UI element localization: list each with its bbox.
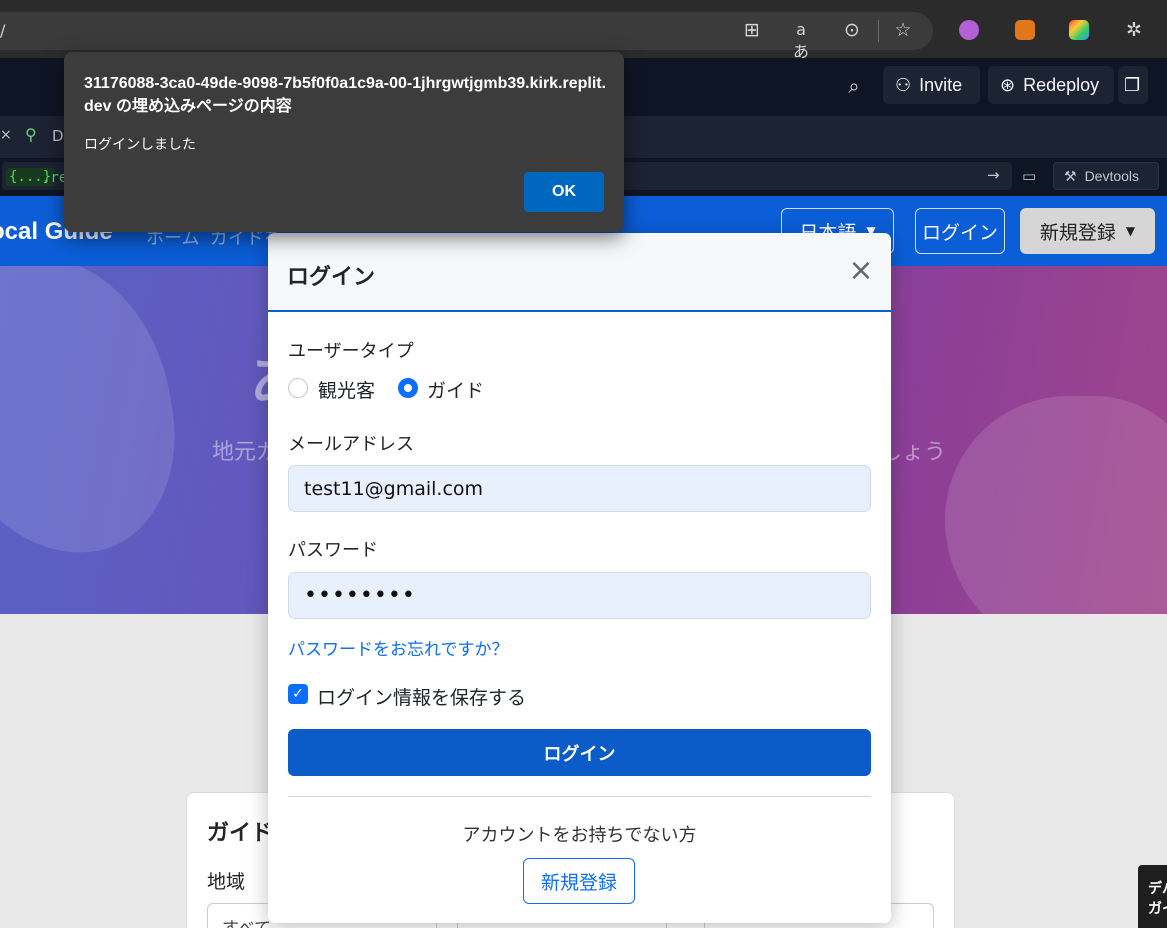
- password-label: パスワード: [288, 540, 378, 561]
- alert-dialog: 31176088-3ca0-49de-9098-7b5f0f0a1c9a-00-…: [64, 52, 624, 232]
- nav-login-button[interactable]: ログイン: [915, 208, 1005, 254]
- devtools-button[interactable]: ⚒ Devtools: [1053, 162, 1159, 190]
- remember-label[interactable]: ログイン情報を保存する: [317, 683, 526, 710]
- alert-title: 31176088-3ca0-49de-9098-7b5f0f0a1c9a-00-…: [84, 75, 607, 115]
- app-grid-icon[interactable]: ⊞: [741, 19, 763, 41]
- notification-toast: デバ ガイ: [1138, 865, 1167, 928]
- user-type-label: ユーザータイプ: [288, 341, 414, 362]
- hero-blob: [0, 266, 195, 574]
- invite-button[interactable]: ⚇ Invite: [883, 66, 980, 104]
- deploy-icon: ⊛: [1000, 74, 1016, 95]
- hero-blob: [945, 396, 1167, 614]
- login-modal: ログイン × ユーザータイプ 観光客 ガイド メールアドレス test11@gm…: [268, 233, 891, 923]
- radio-guide[interactable]: [398, 378, 418, 398]
- copy-icon[interactable]: ❐: [1118, 66, 1148, 104]
- wrench-icon: ⚒: [1064, 167, 1077, 184]
- address-bar-text: /: [0, 21, 6, 40]
- forgot-password-link[interactable]: パスワードをお忘れですか？: [288, 635, 509, 660]
- alert-message: ログインしました: [84, 137, 196, 153]
- password-field[interactable]: ••••••••: [288, 572, 871, 619]
- modal-title: ログイン: [287, 265, 376, 290]
- alert-ok-button[interactable]: OK: [524, 172, 604, 212]
- add-user-icon: ⚇: [895, 74, 912, 95]
- search-icon[interactable]: ⌕: [843, 75, 865, 97]
- remember-checkbox[interactable]: ✓: [288, 684, 308, 704]
- close-tab-icon[interactable]: ×: [0, 127, 12, 143]
- screen-icon[interactable]: ▭: [1022, 167, 1036, 185]
- email-field[interactable]: test11@gmail.com: [288, 465, 871, 512]
- favorite-star-icon[interactable]: ☆: [892, 19, 914, 41]
- more-icon[interactable]: ⊙: [841, 19, 863, 41]
- radio-tourist[interactable]: [288, 378, 308, 398]
- close-icon[interactable]: ×: [845, 255, 877, 287]
- deployment-icon: ⚲: [25, 125, 37, 144]
- region-label: 地域: [207, 871, 246, 893]
- caret-down-icon: ▼: [1125, 224, 1136, 238]
- modal-header: ログイン ×: [268, 233, 891, 312]
- modal-signup-button[interactable]: 新規登録: [523, 858, 635, 904]
- fox-extension-icon[interactable]: [1015, 20, 1035, 40]
- brain-extension-icon[interactable]: [959, 20, 979, 40]
- color-extension-icon[interactable]: [1069, 20, 1089, 40]
- toolbar-separator: [878, 20, 879, 42]
- go-arrow-icon[interactable]: →: [987, 166, 1000, 184]
- radio-tourist-label[interactable]: 観光客: [318, 376, 375, 403]
- divider: [288, 796, 871, 797]
- login-submit-button[interactable]: ログイン: [288, 729, 871, 776]
- redeploy-button[interactable]: ⊛ Redeploy: [988, 66, 1114, 104]
- no-account-text: アカウントをお持ちでない方: [462, 825, 697, 846]
- read-aloud-icon[interactable]: aあ: [790, 19, 812, 61]
- nav-signup-dropdown[interactable]: 新規登録 ▼: [1020, 208, 1155, 254]
- browser-toolbar: / ⊞ aあ ⊙ ☆ ✲: [0, 0, 1167, 61]
- radio-guide-label[interactable]: ガイド: [427, 376, 484, 403]
- extensions-icon[interactable]: ✲: [1123, 19, 1145, 41]
- email-label: メールアドレス: [288, 434, 414, 455]
